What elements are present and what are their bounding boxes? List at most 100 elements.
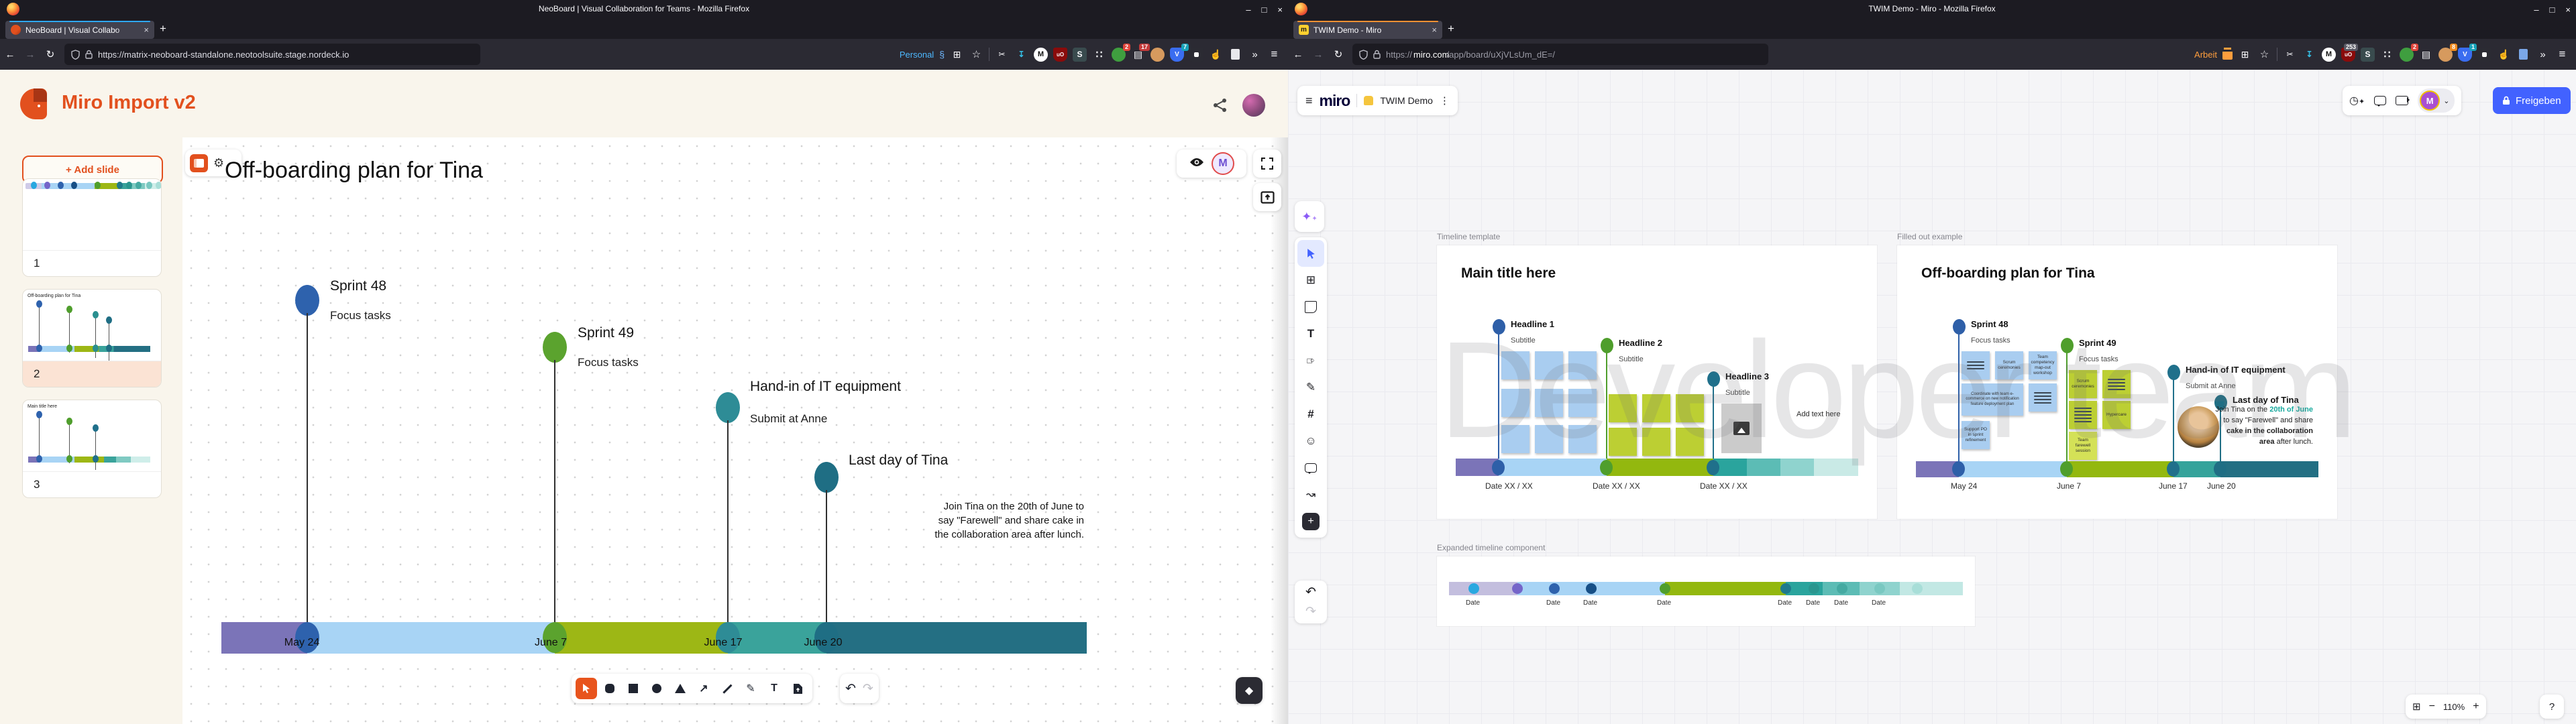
minimize-button[interactable]: – — [1246, 5, 1250, 15]
board-title[interactable]: Off-boarding plan for Tina — [225, 158, 483, 184]
zoom-level[interactable]: 110% — [2443, 702, 2465, 712]
sticky-note[interactable] — [1501, 389, 1529, 417]
url-path[interactable]: /app/board/uXjVLsUm_dE=/ — [1446, 50, 1555, 60]
facilitation-tools-icon[interactable]: ◷✦ — [2349, 94, 2365, 107]
download-extension-icon[interactable]: ↧ — [2302, 48, 2316, 62]
forward-button[interactable]: → — [1308, 49, 1328, 60]
green-extension-icon[interactable]: 2 — [2400, 48, 2414, 62]
pen-tool[interactable]: ✎ — [740, 678, 761, 699]
timeline-dot[interactable] — [1809, 583, 1819, 594]
url-bar[interactable]: https://matrix-neoboard-standalone.neoto… — [64, 44, 480, 65]
shield-icon[interactable] — [1359, 50, 1368, 60]
ai-tools-button[interactable]: ✦✦ — [1295, 201, 1324, 232]
reactions-icon[interactable] — [2374, 96, 2386, 105]
user-avatar[interactable]: M — [2420, 90, 2440, 111]
milestone-dot[interactable] — [1953, 319, 1966, 335]
zoom-out-button[interactable]: − — [2429, 701, 2435, 713]
bookmark-star-icon[interactable]: ☆ — [2257, 48, 2271, 62]
hamburger-menu-icon[interactable]: ≡ — [1267, 48, 1281, 62]
milestone-subtitle[interactable]: Focus tasks — [2079, 355, 2118, 363]
sticky-note[interactable] — [1962, 351, 1990, 379]
thumb-extension-icon[interactable]: ☝ — [1209, 48, 1223, 62]
timeline-dot[interactable] — [1874, 583, 1885, 594]
close-button[interactable]: × — [1277, 5, 1283, 15]
share-icon[interactable] — [1213, 98, 1228, 116]
green-extension-icon[interactable]: 2 — [1112, 48, 1126, 62]
sticky-note[interactable] — [1568, 389, 1597, 417]
timeline-dot[interactable] — [1512, 583, 1523, 594]
s-extension-icon[interactable]: S — [2361, 48, 2375, 62]
milestone-subtitle[interactable]: Focus tasks — [330, 309, 391, 322]
slide-thumbnail-2[interactable]: Off-boarding plan for Tina 2 — [22, 289, 162, 387]
sticky-note[interactable] — [1609, 428, 1637, 456]
redo-button[interactable]: ↷ — [863, 681, 873, 697]
tab-miro[interactable]: m TWIM Demo - Miro × — [1293, 21, 1442, 39]
sticky-note[interactable] — [1501, 425, 1529, 453]
lock-icon[interactable] — [85, 50, 93, 59]
board-menu-dots-icon[interactable]: ⋮ — [1440, 95, 1450, 107]
milestone-dot[interactable] — [543, 332, 567, 363]
rect-tool[interactable] — [623, 678, 644, 699]
milestone-dot[interactable] — [2061, 338, 2074, 353]
overflow-chevron-icon[interactable]: » — [2536, 48, 2550, 62]
sticky-note[interactable] — [1568, 425, 1597, 453]
sticky-note[interactable]: Hypercare — [2102, 401, 2131, 429]
sticky-note[interactable]: Coordinate with team e-commerce on new n… — [1962, 383, 2023, 416]
triangle-tool[interactable] — [669, 678, 691, 699]
timeline-dot[interactable] — [1660, 583, 1670, 594]
miro-board-canvas[interactable]: Developer team ≡ miro TWIM Demo ⋮ ◷✦ M ⌄… — [1288, 70, 2576, 724]
new-tab-button[interactable]: + — [1448, 22, 1454, 36]
select-tool[interactable] — [1297, 240, 1324, 267]
milestone-title[interactable]: Last day of Tina — [849, 452, 948, 469]
extensions-puzzle-icon[interactable]: ∷ — [2380, 48, 2394, 62]
whiteboard-canvas[interactable]: ⚙ Off-boarding plan for Tina M Sprint 48… — [182, 137, 1288, 724]
milestone-title[interactable]: Headline 1 — [1511, 319, 1554, 329]
milestone-dot[interactable] — [295, 285, 319, 316]
frame-filled-example[interactable]: Off-boarding plan for Tina Sprint 48 Foc… — [1897, 245, 2337, 519]
text-tool[interactable]: T — [1297, 320, 1324, 347]
milestone-dot[interactable] — [2167, 365, 2180, 380]
minimize-button[interactable]: – — [2534, 5, 2538, 15]
dark-extension-icon[interactable] — [1189, 48, 1203, 62]
page-extension-icon[interactable] — [2516, 48, 2530, 62]
eye-icon[interactable] — [1189, 157, 1205, 171]
navigate-diamond-button[interactable]: ◆ — [1236, 677, 1263, 704]
milestone-title[interactable]: Sprint 48 — [330, 278, 386, 294]
timeline-dot[interactable] — [1468, 583, 1479, 594]
frame-label[interactable]: Filled out example — [1897, 232, 1962, 241]
undo-button[interactable]: ↶ — [1305, 585, 1316, 600]
s-extension-icon[interactable]: S — [1073, 48, 1087, 62]
miro-logo[interactable]: miro — [1320, 92, 1350, 110]
bookmark-star-icon[interactable]: ☆ — [969, 48, 983, 62]
sticky-note[interactable] — [1642, 394, 1670, 422]
sticky-note[interactable] — [1676, 394, 1704, 422]
milestone-subtitle[interactable]: Focus tasks — [578, 356, 639, 369]
new-tab-button[interactable]: + — [160, 22, 166, 36]
timeline-dot[interactable] — [1780, 583, 1791, 594]
frame-title[interactable]: Off-boarding plan for Tina — [1921, 265, 2095, 282]
m-extension-icon[interactable]: M — [1034, 48, 1048, 62]
sticky-note[interactable]: Team farewell session — [2069, 432, 2097, 460]
milestone-subtitle[interactable]: Subtitle — [1511, 337, 1536, 345]
chevron-down-icon[interactable]: ⌄ — [2443, 97, 2449, 105]
frame-label[interactable]: Expanded timeline component — [1437, 543, 1545, 552]
timeline-dot[interactable] — [1549, 583, 1560, 594]
milestone-subtitle[interactable]: Subtitle — [1725, 389, 1750, 397]
back-button[interactable]: ← — [1288, 49, 1308, 60]
user-avatar[interactable] — [1242, 94, 1265, 117]
url-domain[interactable]: miro.com — [1413, 50, 1449, 60]
comment-tool[interactable] — [1297, 455, 1324, 481]
slide-overview-button[interactable] — [190, 154, 208, 172]
ellipse-tool[interactable] — [646, 678, 667, 699]
tab-close-icon[interactable]: × — [144, 25, 149, 35]
url-prefix[interactable]: https:// — [1386, 50, 1412, 60]
milestone-title[interactable]: Last day of Tina — [2233, 395, 2299, 405]
milestone-note[interactable]: Join Tina on the 20th of June to say "Fa… — [926, 499, 1084, 542]
milestone-subtitle[interactable]: Submit at Anne — [2186, 382, 2236, 390]
settings-gear-icon[interactable]: ⚙ — [213, 156, 224, 170]
import-image-button[interactable] — [1253, 183, 1281, 211]
main-menu-icon[interactable]: ≡ — [1305, 94, 1313, 108]
milestone-title[interactable]: Hand-in of IT equipment — [2186, 365, 2286, 375]
vault-extension-icon[interactable]: V 1 — [2458, 48, 2472, 62]
sticky-note[interactable] — [1501, 351, 1529, 379]
